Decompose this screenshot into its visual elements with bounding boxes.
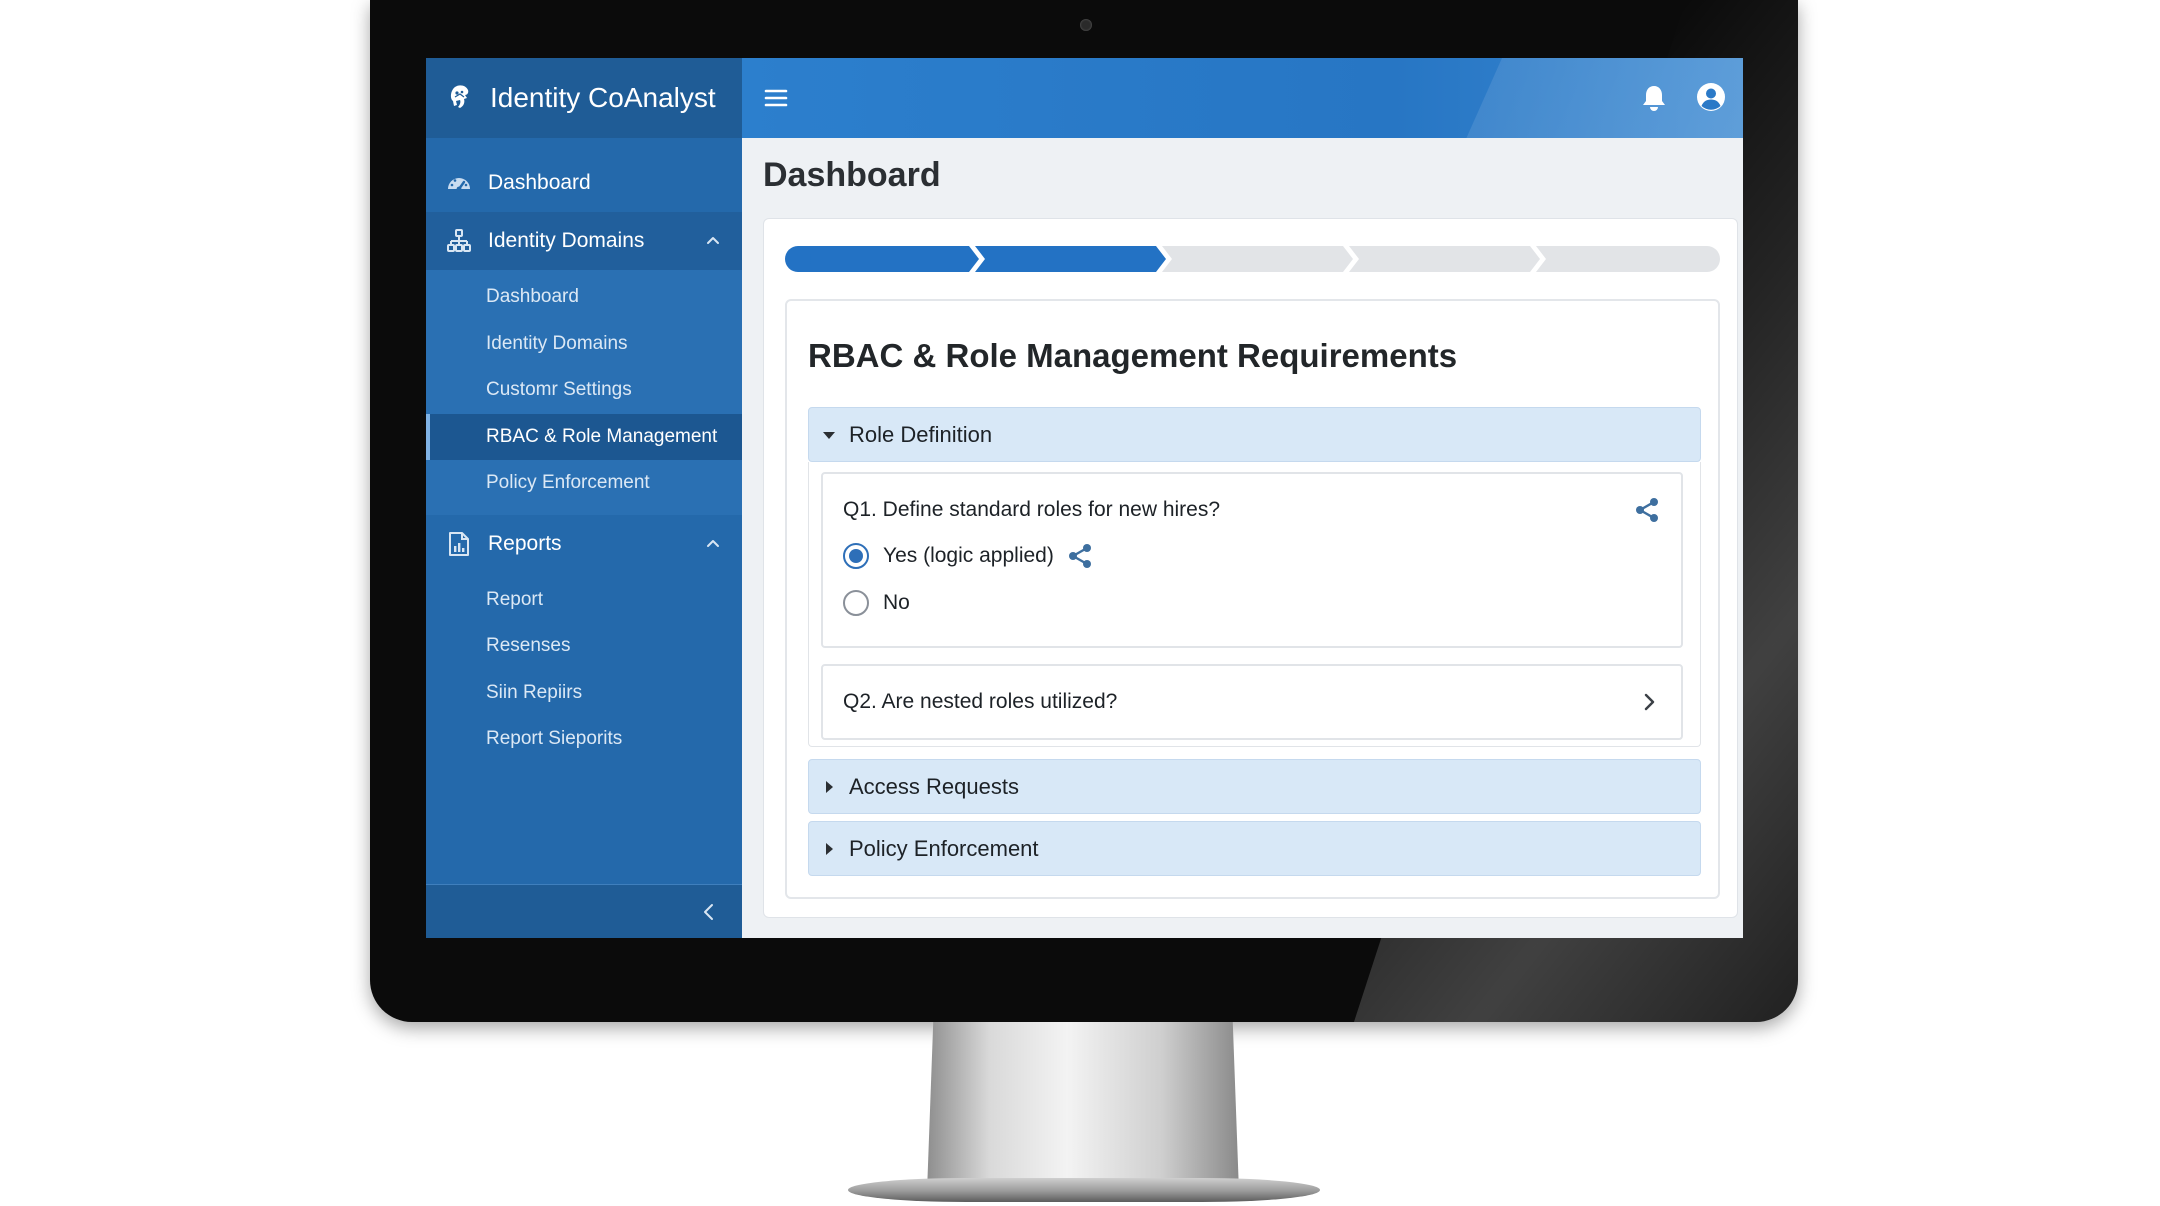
accordion-access-requests[interactable]: Access Requests bbox=[808, 759, 1701, 814]
sidebar-item-label: Dashboard bbox=[488, 171, 591, 194]
sidebar-subitem-label: Customr Settings bbox=[486, 379, 632, 401]
option-label: No bbox=[883, 591, 910, 614]
user-account-icon[interactable] bbox=[1695, 81, 1727, 113]
sidebar-item-dashboard[interactable]: Dashboard bbox=[426, 154, 742, 212]
caret-right-icon bbox=[826, 842, 833, 855]
question-card-q1: Q1. Define standard roles for new hires?… bbox=[821, 472, 1683, 648]
accordion-body-role-definition: Q1. Define standard roles for new hires?… bbox=[808, 462, 1701, 747]
accordion-label: Policy Enforcement bbox=[849, 835, 1039, 861]
sidebar-subitem-report[interactable]: Report bbox=[426, 577, 742, 624]
chevron-right-icon[interactable] bbox=[1639, 692, 1659, 712]
progress-start-cap bbox=[785, 246, 811, 272]
sidebar-item-reports[interactable]: Reports bbox=[426, 515, 742, 573]
reports-submenu: Report Resenses Siin Repiirs Report Siep… bbox=[426, 573, 742, 771]
sidebar-subitem-report-sieporits[interactable]: Report Sieporits bbox=[426, 716, 742, 763]
progress-step-4 bbox=[1349, 246, 1540, 272]
brand[interactable]: Identity CoAnalyst bbox=[426, 58, 742, 138]
sidebar-subitem-label: RBAC & Role Management bbox=[486, 425, 718, 447]
sidebar-subitem-label: Identity Domains bbox=[486, 332, 628, 354]
webcam bbox=[1080, 19, 1092, 31]
progress-step-2 bbox=[975, 246, 1166, 272]
progress-step-3 bbox=[1162, 246, 1353, 272]
sidebar-subitem-label: Policy Enforcement bbox=[486, 472, 650, 494]
monitor-stand-base bbox=[848, 1178, 1320, 1202]
page-title: Dashboard bbox=[763, 156, 941, 194]
sidebar-subitem-siin-repiirs[interactable]: Siin Repiirs bbox=[426, 670, 742, 717]
sidebar-subitem-label: Dashboard bbox=[486, 286, 579, 308]
report-chart-icon bbox=[446, 531, 472, 557]
accordion-policy-enforcement[interactable]: Policy Enforcement bbox=[808, 821, 1701, 876]
radio-no[interactable] bbox=[843, 590, 869, 616]
progress-end-cap bbox=[1694, 246, 1720, 272]
caret-down-icon bbox=[823, 431, 835, 439]
radio-selected-dot bbox=[849, 549, 863, 563]
caret-right-icon bbox=[826, 780, 833, 793]
accordion-label: Role Definition bbox=[849, 421, 993, 447]
progress-step-5 bbox=[1536, 246, 1707, 272]
question-text: Q1. Define standard roles for new hires? bbox=[843, 498, 1221, 521]
question-text: Q2. Are nested roles utilized? bbox=[843, 690, 1118, 713]
dashboard-gauge-icon bbox=[446, 170, 472, 196]
progress-step-1 bbox=[798, 246, 979, 272]
step-progress-bar bbox=[785, 246, 1720, 272]
collapse-sidebar-chevron-left-icon[interactable] bbox=[698, 901, 720, 923]
sidebar-subitem-customer-settings[interactable]: Customr Settings bbox=[426, 367, 742, 414]
sidebar-subitem-label: Resenses bbox=[486, 635, 571, 657]
option-yes-row[interactable]: Yes (logic applied) bbox=[843, 541, 1094, 571]
org-hierarchy-icon bbox=[446, 228, 472, 254]
sidebar: Identity CoAnalyst Dashboard Identity Do… bbox=[426, 58, 742, 938]
sidebar-item-identity-domains[interactable]: Identity Domains bbox=[426, 212, 742, 270]
chevron-up-icon[interactable] bbox=[704, 232, 722, 250]
chevron-up-icon[interactable] bbox=[704, 535, 722, 553]
sidebar-item-label: Identity Domains bbox=[488, 229, 645, 252]
wizard-card: RBAC & Role Management Requirements Role… bbox=[763, 218, 1738, 918]
sidebar-subitem-label: Report Sieporits bbox=[486, 728, 623, 750]
notification-bell-icon[interactable] bbox=[1640, 83, 1668, 113]
monitor-stand-neck bbox=[927, 1022, 1239, 1192]
share-icon[interactable] bbox=[1633, 496, 1661, 524]
identity-domains-submenu: Dashboard Identity Domains Customr Setti… bbox=[426, 270, 742, 515]
top-bar bbox=[742, 58, 1743, 138]
sidebar-subitem-identity-domains[interactable]: Identity Domains bbox=[426, 321, 742, 368]
sidebar-subitem-label: Report bbox=[486, 588, 544, 610]
requirements-panel: RBAC & Role Management Requirements Role… bbox=[785, 299, 1720, 899]
main-content: Dashboard RBAC & Role Management Require… bbox=[742, 138, 1743, 938]
hamburger-menu-icon[interactable] bbox=[762, 84, 790, 112]
screen: Identity CoAnalyst Dashboard Identity Do… bbox=[426, 58, 1743, 938]
sidebar-subitem-rbac-role-management[interactable]: RBAC & Role Management bbox=[426, 413, 742, 460]
brand-logo-icon bbox=[450, 85, 469, 108]
radio-yes[interactable] bbox=[843, 543, 869, 569]
sidebar-subitem-policy-enforcement[interactable]: Policy Enforcement bbox=[426, 460, 742, 507]
accordion-label: Access Requests bbox=[849, 773, 1019, 799]
section-title: RBAC & Role Management Requirements bbox=[808, 337, 1458, 374]
sidebar-footer bbox=[426, 884, 742, 938]
accordion-role-definition[interactable]: Role Definition bbox=[808, 407, 1701, 462]
question-card-q2[interactable]: Q2. Are nested roles utilized? bbox=[821, 664, 1683, 740]
sidebar-subitem-resenses[interactable]: Resenses bbox=[426, 623, 742, 670]
sidebar-item-label: Reports bbox=[488, 531, 562, 555]
sidebar-subitem-dashboard[interactable]: Dashboard bbox=[426, 274, 742, 321]
share-icon[interactable] bbox=[1066, 542, 1094, 570]
app-title: Identity CoAnalyst bbox=[490, 82, 716, 113]
option-no-row[interactable]: No bbox=[843, 588, 910, 618]
sidebar-subitem-label: Siin Repiirs bbox=[486, 681, 583, 703]
option-label: Yes (logic applied) bbox=[883, 544, 1054, 567]
sidebar-nav: Dashboard Identity Domains Dashboard Ide… bbox=[426, 138, 742, 771]
